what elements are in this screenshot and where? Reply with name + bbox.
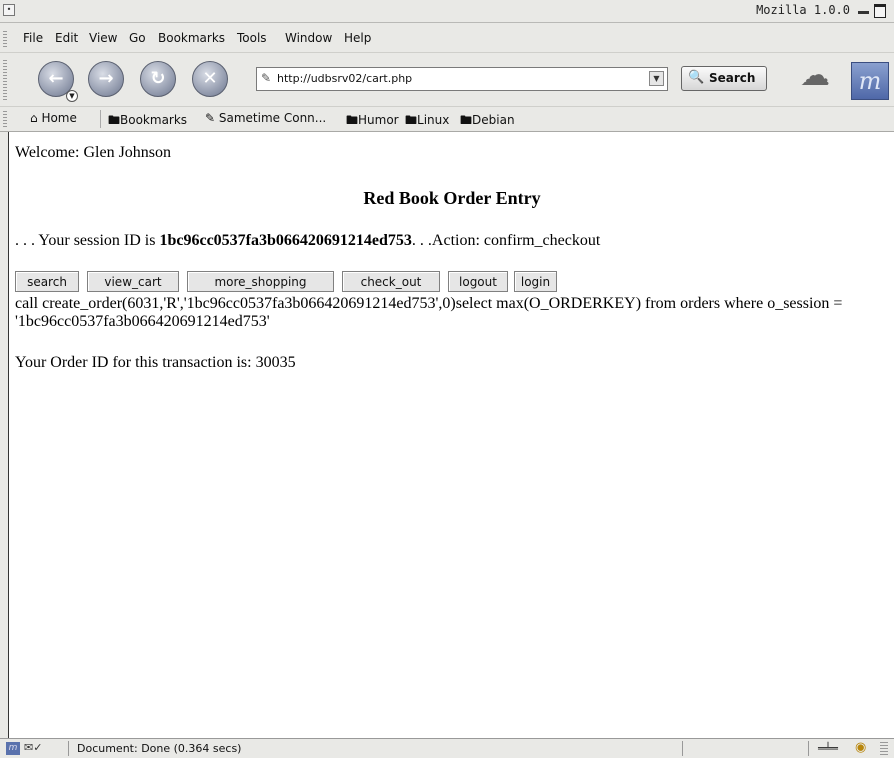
window-title: Mozilla 1.0.0 [756, 3, 850, 17]
title-bar: • Mozilla 1.0.0 [0, 0, 894, 23]
back-dropdown-icon[interactable]: ▼ [66, 90, 78, 102]
bookmark-home[interactable]: ⌂ Home [30, 111, 77, 125]
search-form-button[interactable]: search [15, 271, 79, 292]
bookmark-link-icon: ✎ [205, 111, 219, 125]
folder-icon: 🖿 [108, 113, 121, 127]
url-input[interactable]: ✎ http://udbsrv02/cart.php ▼ [256, 67, 668, 91]
login-button[interactable]: login [514, 271, 557, 292]
bookmark-sametime[interactable]: ✎ Sametime Conn... [205, 111, 326, 125]
toolbar-grip-icon[interactable] [3, 111, 7, 127]
toolbar-grip-icon[interactable] [3, 31, 7, 47]
reload-icon[interactable]: ↻ [140, 61, 176, 97]
sql-debug-text: call create_order(6031,'R','1bc96cc0537f… [15, 295, 843, 330]
folder-icon: 🖿 [460, 113, 473, 127]
search-button-label: Search [709, 71, 756, 85]
bookmark-folder-linux[interactable]: 🖿Linux [405, 111, 449, 132]
menu-file[interactable]: File [23, 31, 43, 45]
throbber-logo-icon[interactable]: m [851, 62, 889, 100]
personal-toolbar: ⌂ Home 🖿Bookmarks ✎ Sametime Conn... 🖿Hu… [0, 107, 894, 132]
folder-icon: 🖿 [405, 113, 418, 127]
resize-grip-icon[interactable] [880, 742, 888, 755]
print-icon[interactable]: ☁ [800, 58, 842, 98]
status-bar: m ✉✓ Document: Done (0.364 secs) ═╧═ ◉ [0, 738, 894, 758]
logout-button[interactable]: logout [448, 271, 508, 292]
window-menu-button[interactable]: • [3, 4, 15, 16]
cookie-icon[interactable]: ◉ [855, 740, 866, 755]
menu-help[interactable]: Help [344, 31, 371, 45]
menu-go[interactable]: Go [129, 31, 146, 45]
magnifier-icon: 🔍 [688, 70, 705, 85]
home-icon: ⌂ [30, 111, 42, 125]
order-id-text: Your Order ID for this transaction is: 3… [15, 354, 296, 371]
online-status-icon[interactable]: ═╧═ [818, 742, 838, 755]
page-content: Welcome: Glen Johnson Red Book Order Ent… [8, 132, 894, 738]
menu-window[interactable]: Window [285, 31, 332, 45]
mail-icon[interactable]: ✉✓ [24, 741, 42, 754]
url-history-dropdown-icon[interactable]: ▼ [649, 71, 664, 86]
search-button[interactable]: 🔍 Search [681, 66, 767, 91]
status-separator [68, 741, 69, 756]
browser-window: • Mozilla 1.0.0 File Edit View Go Bookma… [0, 0, 894, 758]
view-cart-button[interactable]: view_cart [87, 271, 179, 292]
maximize-button[interactable] [874, 4, 886, 18]
page-proxy-icon[interactable]: ✎ [261, 71, 271, 85]
session-id: 1bc96cc0537fa3b066420691214ed753 [159, 232, 412, 249]
status-text: Document: Done (0.364 secs) [77, 742, 242, 755]
bookmarks-folder[interactable]: 🖿Bookmarks [108, 111, 187, 132]
navigation-toolbar: ← ▼ → ↻ ✕ ✎ http://udbsrv02/cart.php ▼ 🔍… [0, 54, 894, 107]
stop-icon[interactable]: ✕ [192, 61, 228, 97]
minimize-button[interactable] [858, 6, 869, 16]
menu-tools[interactable]: Tools [237, 31, 267, 45]
forward-icon[interactable]: → [88, 61, 124, 97]
toolbar-separator [100, 110, 101, 128]
session-action: . . .Action: confirm_checkout [411, 232, 601, 249]
menu-view[interactable]: View [89, 31, 117, 45]
check-out-button[interactable]: check_out [342, 271, 440, 292]
status-separator [682, 741, 683, 756]
folder-icon: 🖿 [346, 113, 359, 127]
welcome-text: Welcome: Glen Johnson [15, 144, 172, 161]
navigator-icon[interactable]: m [6, 742, 20, 755]
page-title: Red Book Order Entry [363, 188, 541, 208]
session-line: . . . Your session ID is 1bc96cc0537fa3b… [15, 232, 600, 250]
menu-edit[interactable]: Edit [55, 31, 78, 45]
bookmark-folder-debian[interactable]: 🖿Debian [460, 111, 515, 132]
menu-bar: File Edit View Go Bookmarks Tools Window… [0, 26, 894, 53]
toolbar-grip-icon[interactable] [3, 60, 7, 100]
bookmark-folder-humor[interactable]: 🖿Humor [346, 111, 399, 132]
session-prefix: . . . Your session ID is [15, 232, 160, 249]
status-separator [808, 741, 809, 756]
more-shopping-button[interactable]: more_shopping [187, 271, 334, 292]
url-text[interactable]: http://udbsrv02/cart.php [277, 72, 412, 85]
menu-bookmarks[interactable]: Bookmarks [158, 31, 225, 45]
